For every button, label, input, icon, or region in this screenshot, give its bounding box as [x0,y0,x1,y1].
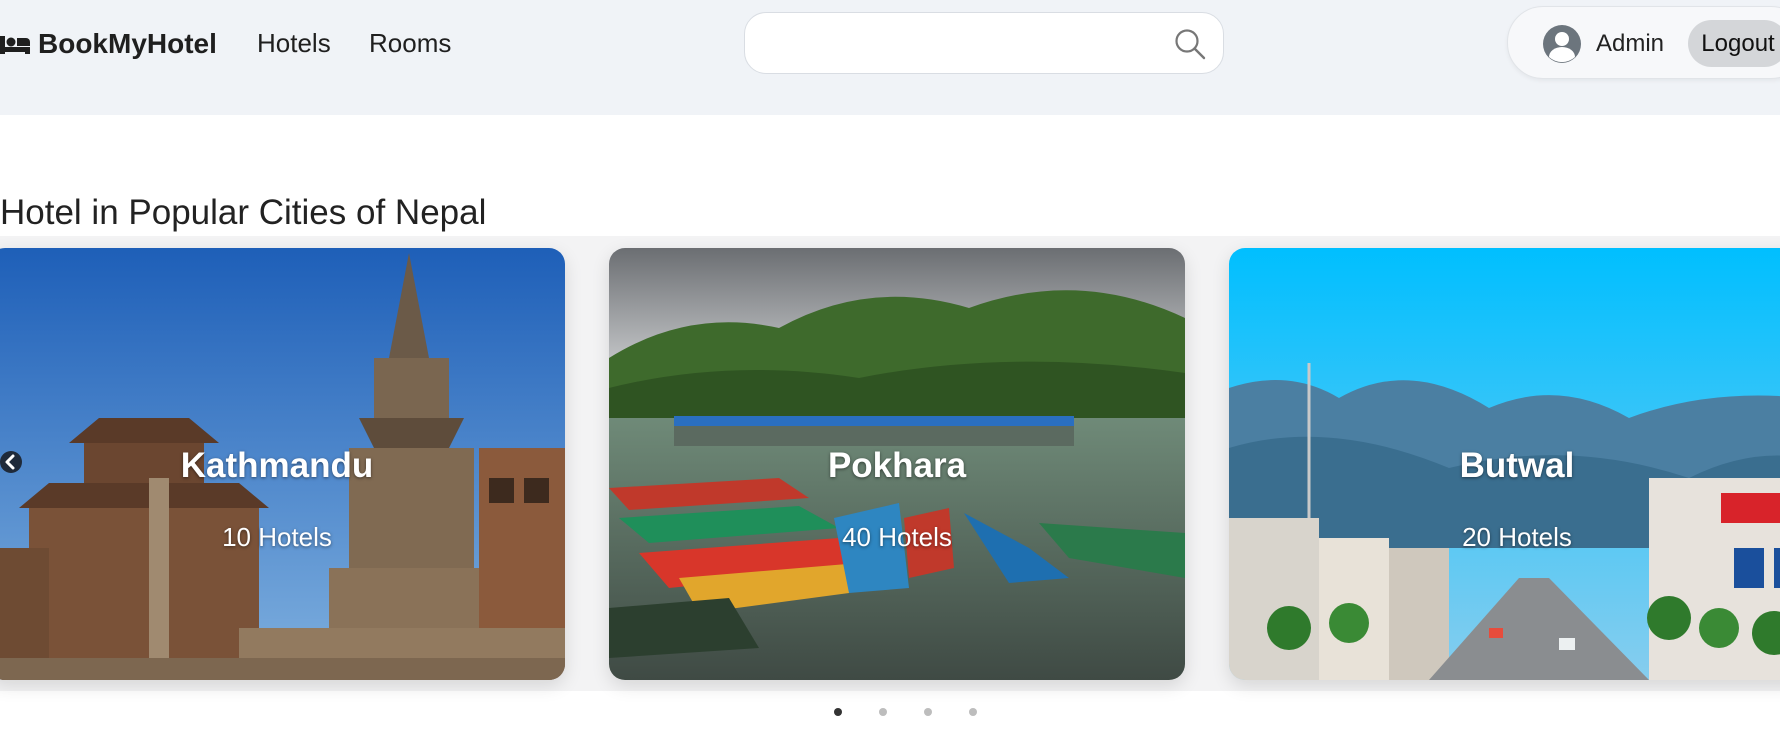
nav-rooms-link[interactable]: Rooms [369,28,451,59]
section-title: Hotel in Popular Cities of Nepal [0,193,487,232]
carousel-dot-4[interactable] [969,708,977,716]
user-menu: Admin Logout [1507,6,1780,79]
carousel-dot-3[interactable] [924,708,932,716]
hotel-count: 20 Hotels [1462,522,1572,552]
carousel-indicators [834,708,977,716]
city-card-kathmandu[interactable]: Kathmandu 10 Hotels [0,248,565,680]
brand-name: BookMyHotel [38,28,217,59]
city-name: Pokhara [827,446,967,485]
search-bar [744,12,1224,74]
carousel-dot-1[interactable] [834,708,842,716]
brand-logo[interactable]: BookMyHotel [0,26,217,62]
chevron-left-icon[interactable] [0,451,22,473]
logout-button[interactable]: Logout [1688,20,1780,67]
search-input[interactable] [763,25,1163,63]
top-navbar: BookMyHotel Hotels Rooms Admin Logout [0,0,1780,115]
city-name: Butwal [1459,446,1575,485]
bed-icon [0,36,30,54]
city-card-butwal[interactable]: Butwal 20 Hotels [1229,248,1780,680]
nav-hotels-link[interactable]: Hotels [257,28,331,59]
hotel-count: 40 Hotels [842,522,952,552]
city-card-pokhara[interactable]: Pokhara 40 Hotels [609,248,1185,680]
user-avatar-icon[interactable] [1543,25,1581,63]
carousel-dot-2[interactable] [879,708,887,716]
hotel-count: 10 Hotels [222,522,332,552]
username-label: Admin [1596,30,1665,57]
city-name: Kathmandu [180,446,374,485]
search-icon[interactable] [1173,27,1207,61]
